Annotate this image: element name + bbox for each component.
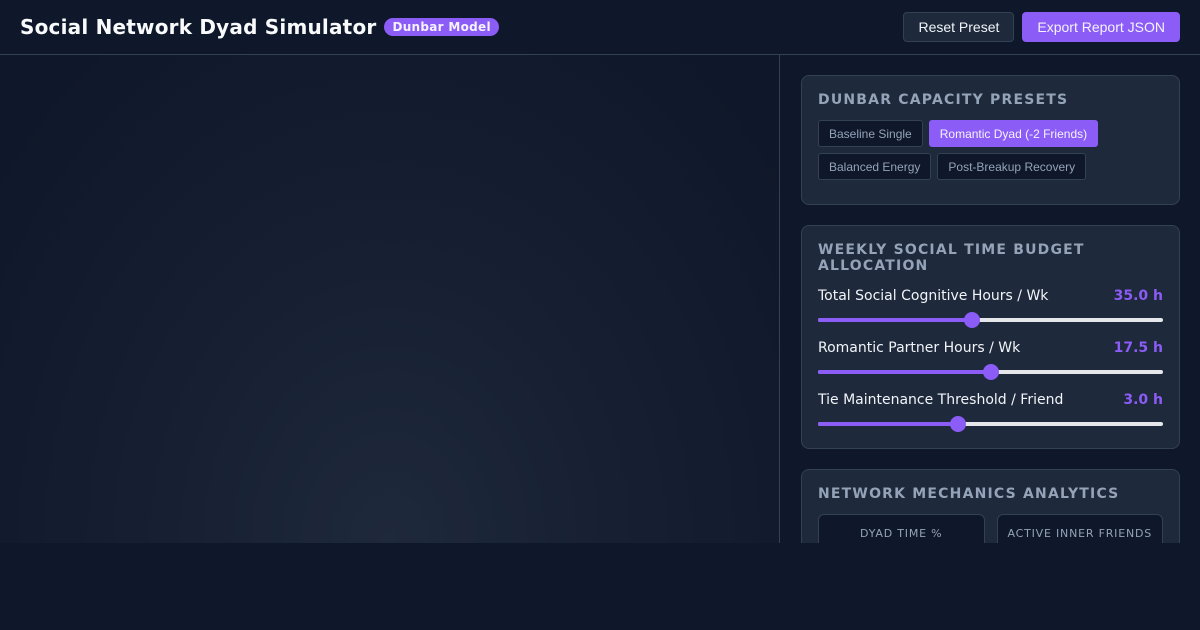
slider-value: 3.0 h <box>1123 392 1163 408</box>
budget-card: Weekly Social Time Budget Allocation Tot… <box>801 225 1180 449</box>
slider-fill <box>818 422 959 426</box>
slider-fill <box>818 370 991 374</box>
presets-card: Dunbar Capacity Presets Baseline Single … <box>801 75 1180 205</box>
slider-label: Total Social Cognitive Hours / Wk <box>818 288 1049 304</box>
metric-label: Dyad Time % <box>860 527 943 540</box>
slider-label: Tie Maintenance Threshold / Friend <box>818 392 1064 408</box>
brand: Social Network Dyad Simulator Dunbar Mod… <box>20 15 499 39</box>
network-canvas[interactable] <box>0 55 780 543</box>
analytics-title: Network Mechanics Analytics <box>818 486 1120 502</box>
header-actions: Reset Preset Export Report JSON <box>903 12 1180 42</box>
slider-label: Romantic Partner Hours / Wk <box>818 340 1021 356</box>
reset-preset-button[interactable]: Reset Preset <box>903 12 1015 42</box>
slider-row-total-hours: Total Social Cognitive Hours / Wk 35.0 h <box>818 286 1163 328</box>
preset-balanced-energy[interactable]: Balanced Energy <box>818 153 932 180</box>
slider-value: 17.5 h <box>1113 340 1163 356</box>
metric-active-inner-friends: Active Inner Friends <box>996 514 1163 543</box>
partner-hours-slider[interactable] <box>818 364 1163 380</box>
preset-romantic-dyad[interactable]: Romantic Dyad (-2 Friends) <box>928 120 1099 147</box>
preset-list: Baseline Single Romantic Dyad (-2 Friend… <box>818 120 1163 188</box>
slider-row-partner-hours: Romantic Partner Hours / Wk 17.5 h <box>818 338 1163 380</box>
metrics-grid: Dyad Time % Active Inner Friends <box>818 514 1163 543</box>
app-header: Social Network Dyad Simulator Dunbar Mod… <box>0 0 1200 55</box>
bottom-band <box>0 543 1200 630</box>
tie-threshold-slider[interactable] <box>818 416 1163 432</box>
slider-value: 35.0 h <box>1113 288 1163 304</box>
preset-baseline-single[interactable]: Baseline Single <box>818 120 923 147</box>
slider-thumb[interactable] <box>963 312 980 328</box>
metric-dyad-time: Dyad Time % <box>818 514 985 543</box>
app-title: Social Network Dyad Simulator <box>20 15 377 39</box>
preset-post-breakup-recovery[interactable]: Post-Breakup Recovery <box>937 153 1087 180</box>
control-sidebar: Dunbar Capacity Presets Baseline Single … <box>781 55 1200 543</box>
slider-thumb[interactable] <box>950 416 967 432</box>
total-hours-slider[interactable] <box>818 312 1163 328</box>
slider-thumb[interactable] <box>982 364 999 380</box>
model-badge: Dunbar Model <box>384 18 499 36</box>
export-report-button[interactable]: Export Report JSON <box>1022 12 1180 42</box>
budget-title: Weekly Social Time Budget Allocation <box>818 242 1085 274</box>
presets-title: Dunbar Capacity Presets <box>818 92 1069 108</box>
metric-label: Active Inner Friends <box>1007 527 1153 540</box>
analytics-card: Network Mechanics Analytics Dyad Time % … <box>801 469 1180 543</box>
slider-fill <box>818 318 972 322</box>
slider-row-tie-threshold: Tie Maintenance Threshold / Friend 3.0 h <box>818 390 1163 432</box>
